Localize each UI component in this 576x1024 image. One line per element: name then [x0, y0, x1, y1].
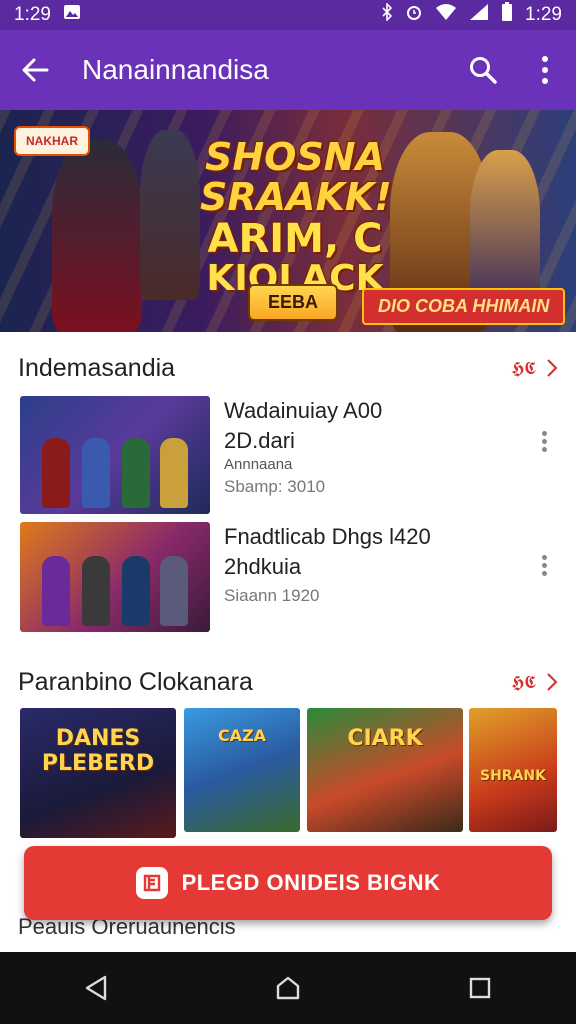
status-bar: 1:29 1:29 [0, 0, 576, 30]
system-nav-bar [0, 952, 576, 1024]
store-icon [135, 867, 168, 899]
list-item[interactable]: Wadainuiay A00 2D.dari Annnaana Sbamp: 3… [0, 396, 576, 514]
game-card-caption: CIARK [347, 726, 423, 751]
page-title: Nanainnandisa [82, 54, 269, 85]
more-vert-icon [542, 56, 548, 84]
game-card-caption: CAZA [217, 726, 267, 745]
game-card[interactable]: CAZA [184, 708, 300, 832]
status-right: 1:29 [381, 2, 562, 28]
nav-recents-button[interactable] [450, 958, 510, 1018]
banner-pill-left[interactable]: EEBA [248, 284, 339, 321]
item-overflow-button[interactable] [534, 426, 554, 456]
list-item-subtitle: 2hdkuia [224, 554, 302, 579]
section-header-2: Paranbino Clokanara 𝕳𝕮 [0, 662, 576, 702]
signal-icon [469, 3, 489, 27]
dot-icon [541, 570, 547, 576]
list-item-thumbnail [20, 396, 210, 514]
status-time-right: 1:29 [525, 4, 562, 25]
thumb-figure [122, 556, 150, 626]
app-bar: Nanainnandisa [0, 30, 576, 110]
section-header-1: Indemasandia 𝕳𝕮 [0, 348, 576, 388]
image-notification-icon [63, 4, 81, 26]
status-time-left: 1:29 [14, 4, 51, 25]
section-title-2: Paranbino Clokanara [18, 667, 253, 696]
game-card[interactable]: DANES PLEBERD [20, 708, 176, 838]
search-icon [470, 57, 497, 84]
list-item-price: Siaann 1920 [224, 586, 320, 605]
chevron-right-icon [547, 673, 558, 691]
hero-figure-left [52, 140, 142, 332]
list-item-text: Fnadtlicab Dhgs l420 2hdkuia Siaann 1920 [224, 522, 514, 606]
thumb-figure [160, 438, 188, 508]
dot-icon [541, 562, 547, 568]
list-item-subtitle: 2D.dari [224, 428, 295, 453]
section-title-1: Indemasandia [18, 353, 176, 382]
thumb-figure [160, 556, 188, 626]
section-more-label-1: 𝕳𝕮 [511, 357, 536, 378]
nav-back-icon [85, 975, 107, 1001]
back-button[interactable] [0, 30, 70, 110]
chevron-right-icon [547, 359, 558, 377]
thumb-figure [82, 556, 110, 626]
battery-icon [501, 2, 513, 28]
dot-icon [541, 554, 547, 560]
install-cta-button[interactable]: PLEGD ONIDEIS BIGNK [24, 846, 552, 920]
list-item[interactable]: Fnadtlicab Dhgs l420 2hdkuia Siaann 1920 [0, 522, 576, 640]
list-item-thumbnail [20, 522, 210, 632]
dot-icon [541, 438, 547, 444]
banner-headline-line-2: ARIM, C [207, 215, 383, 262]
list-item-title: Wadainuiay A00 [224, 398, 383, 423]
arrow-back-icon [22, 58, 49, 82]
banner-logo: NAKHAR [14, 126, 90, 156]
more-options-button[interactable] [514, 30, 576, 110]
list-item-meta: Annnaana [224, 456, 293, 473]
status-left: 1:29 [14, 4, 81, 26]
thumb-figure [42, 438, 70, 508]
section-more-2[interactable]: 𝕳𝕮 [511, 672, 558, 693]
install-cta-label: PLEGD ONIDEIS BIGNK [181, 870, 441, 895]
banner-headline: SHOSNA SRAAKK! ARIM, C KIOLACK [200, 135, 392, 298]
game-card[interactable]: SHRANK [469, 708, 557, 832]
thumb-figure [122, 438, 150, 508]
thumb-figure [42, 556, 70, 626]
dot-icon [541, 430, 547, 436]
hero-figure-right-2 [470, 150, 540, 310]
hero-figure-left-2 [140, 130, 200, 300]
wifi-icon [435, 3, 457, 27]
nav-back-button[interactable] [66, 958, 126, 1018]
section-more-label-2: 𝕳𝕮 [511, 671, 536, 692]
nav-home-button[interactable] [258, 958, 318, 1018]
search-button[interactable] [452, 30, 514, 110]
banner-headline-line-1: SHOSNA SRAAKK! [200, 135, 392, 219]
banner-pill-right[interactable]: DIO COBA HHIMAIN [362, 288, 566, 325]
alarm-icon [405, 3, 423, 27]
thumb-figure [82, 438, 110, 508]
item-overflow-button[interactable] [534, 550, 554, 580]
game-card-caption: SHRANK [480, 768, 546, 784]
game-card-caption: DANES PLEBERD [41, 726, 155, 776]
section-more-1[interactable]: 𝕳𝕮 [511, 358, 558, 379]
bluetooth-icon [381, 2, 393, 27]
promo-banner[interactable]: NAKHAR SHOSNA SRAAKK! ARIM, C KIOLACK EE… [0, 110, 576, 332]
nav-home-icon [276, 976, 300, 1000]
list-item-text: Wadainuiay A00 2D.dari Annnaana Sbamp: 3… [224, 396, 514, 497]
list-item-price: Sbamp: 3010 [224, 477, 326, 496]
nav-recents-icon [469, 977, 491, 999]
list-item-title: Fnadtlicab Dhgs l420 [224, 524, 431, 549]
game-card[interactable]: CIARK [307, 708, 463, 832]
dot-icon [541, 446, 547, 452]
